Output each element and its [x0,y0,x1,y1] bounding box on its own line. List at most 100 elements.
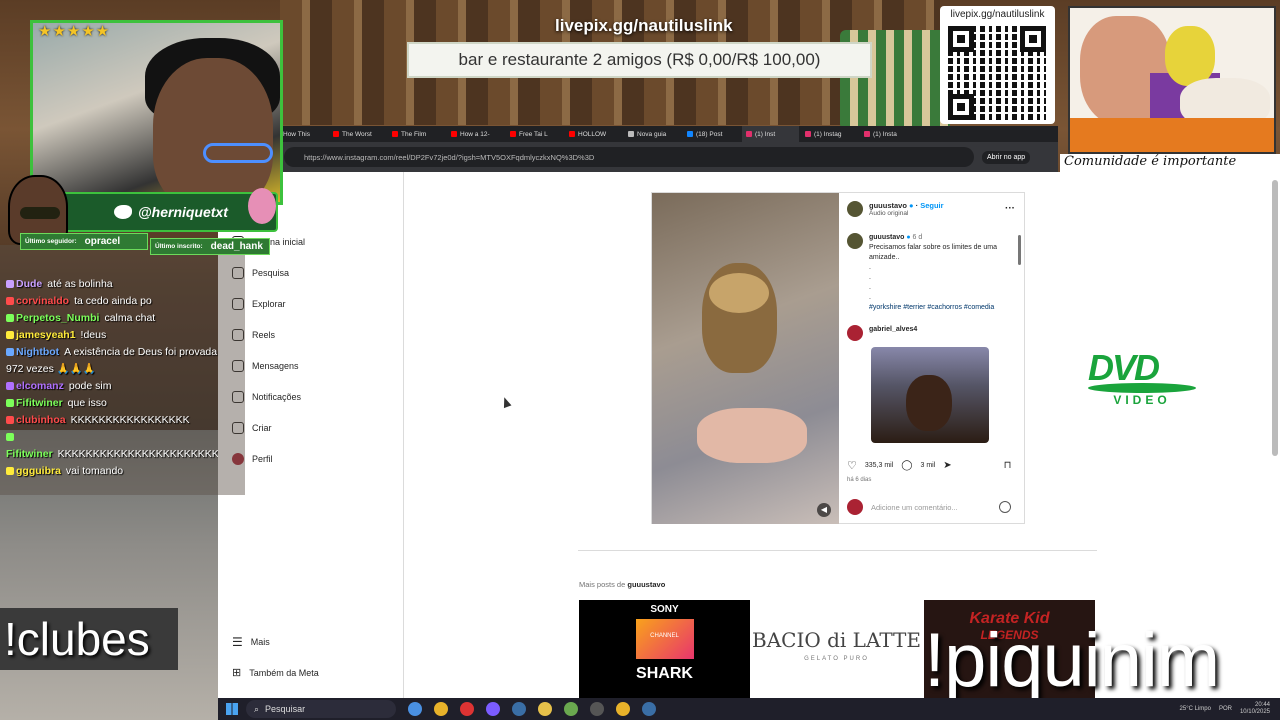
steam-2-icon[interactable] [642,702,656,716]
caption-dot: . [869,284,871,291]
nav-label: Explorar [252,299,286,309]
windows-start-icon[interactable] [226,703,238,715]
reel-video[interactable]: ◀ [652,193,839,524]
tab-favicon-icon [333,131,339,137]
avatar[interactable] [847,201,863,217]
chat-message: corvinaldo ta cedo ainda po [6,293,218,310]
steam-icon[interactable] [512,702,526,716]
browser-tab[interactable]: The Worst [329,126,386,142]
tab-label: (18) Post [696,130,723,138]
chat-text: vai tomando [65,465,124,477]
thumb-post[interactable]: SONY CHANNEL SHARK [579,600,750,698]
tab-label: HOLLOW [578,130,607,138]
avatar[interactable] [847,325,863,341]
caption-user[interactable]: guuustavo [869,234,904,241]
audio-label[interactable]: Áudio original [869,210,944,217]
emoji-icon[interactable] [999,501,1011,513]
comment-input[interactable]: Adicione um comentário... [847,499,958,515]
discord-icon[interactable] [486,702,500,716]
comments-scrollbar[interactable] [1018,235,1021,265]
language-text[interactable]: POR [1219,706,1232,712]
obs-icon[interactable] [590,702,604,716]
opera-icon[interactable] [460,702,474,716]
chat-message: Dude até as bolinha [6,276,218,293]
chat-message: clubinhoa KKKKKKKKKKKKKKKKK [6,412,218,429]
post-header: guuustavo ● · Seguir Áudio original [847,201,944,217]
address-row: https://www.instagram.com/reel/DP2Fv72je… [270,142,1058,172]
comments-count: 3 mil [920,462,936,469]
browser-tab[interactable]: (1) Instag [801,126,858,142]
browser-tab[interactable]: (18) Post [683,126,740,142]
chat-message: Fifitwiner que isso [6,395,218,412]
heart-icon[interactable]: ♡ [847,459,857,472]
task-view-icon[interactable] [408,702,422,716]
nav-more[interactable]: ☰ Mais [232,635,270,649]
nav-meta[interactable]: ⊞ Também da Meta [232,666,319,679]
twitter-handle: @herniquetxt [138,204,228,220]
clock[interactable]: 20:44 10/10/2025 [1240,702,1270,716]
caption-dot: . [869,274,871,281]
mute-icon[interactable]: ◀ [817,503,831,517]
menu-icon: ☰ [232,635,243,649]
clock-time: 20:44 [1254,702,1270,708]
badge-icon [6,416,14,425]
thumb-post[interactable]: BACIO di LATTE GELATO PURO [751,600,922,698]
browser-tab[interactable]: HOLLOW [565,126,622,142]
browser-tab[interactable]: (1) Inst [742,126,799,142]
post-username[interactable]: guuustavo [869,201,907,210]
qr-panel: livepix.gg/nautiluslink [940,6,1055,124]
section-divider [578,550,1097,551]
browser-tab[interactable]: Nova guia [624,126,681,142]
hashtags[interactable]: #yorkshire #terrier #cachorros #comedia [869,303,1017,313]
chat-message: Perpetos_Numbi calma chat [6,310,218,327]
badge-icon [6,314,14,323]
caption-text: Precisamos falar sobre os limites de uma… [869,244,997,261]
open-app-button[interactable]: Abrir no app [982,150,1031,164]
url-bar[interactable]: https://www.instagram.com/reel/DP2Fv72je… [284,147,974,167]
tab-label: (1) Instag [814,130,842,138]
avatar[interactable] [847,233,863,249]
comment-icon[interactable]: ◯ [901,460,912,471]
folder-icon[interactable] [538,702,552,716]
page-scrollbar[interactable] [1272,180,1278,456]
nav-label: Notificações [252,392,302,402]
badge-icon [6,399,14,408]
tab-label: The Film [401,130,427,138]
share-icon[interactable]: ➤ [943,460,951,471]
post-actions: ♡ 335,3 mil ◯ 3 mil ➤ ⊓ [847,459,1011,472]
meta-icon: ⊞ [232,667,242,679]
browser-tab[interactable]: (1) Insta [860,126,917,142]
dvd-text: DVD [1088,347,1160,388]
windows-taskbar: ⌕ Pesquisar 25°C Limpo POR 20:44 10/10/2… [218,698,1280,720]
caption-dot: . [869,264,871,271]
more-posts-user[interactable]: guuustavo [627,580,665,589]
tab-favicon-icon [392,131,398,137]
weather-text[interactable]: 25°C Limpo [1180,706,1211,712]
tab-label: Nova guia [637,130,667,138]
browser-tab[interactable]: The Film [388,126,445,142]
nav-label: Pesquisa [252,268,290,278]
bookmark-icon[interactable]: ⊓ [1004,460,1012,471]
chrome-active-icon[interactable] [564,702,578,716]
chrome-icon[interactable] [434,702,448,716]
tab-label: (1) Inst [755,130,776,138]
tab-label: How a 12- [460,130,490,138]
dog-face [709,273,769,313]
qr-code-icon [948,26,1046,120]
caption-dot: . [869,294,871,301]
badge-icon [6,280,14,289]
badge-icon [6,382,14,391]
more-options-icon[interactable]: ··· [1005,203,1015,214]
taskbar-search[interactable]: ⌕ Pesquisar [246,700,396,718]
tab-favicon-icon [687,131,693,137]
thumb-title: BACIO di LATTE [752,628,921,652]
comment-user[interactable]: gabriel_alves4 [869,326,917,333]
chat-message: jamesyeah1 !deus [6,327,218,344]
nav-more-label: Mais [250,637,270,647]
follow-button[interactable]: Seguir [920,201,943,210]
chrome-profile-icon[interactable] [616,702,630,716]
post-panel: guuustavo ● · Seguir Áudio original ··· … [839,193,1025,524]
browser-tab[interactable]: How a 12- [447,126,504,142]
browser-tab[interactable]: Free Tai L [506,126,563,142]
chat-text: até as bolinha [47,278,113,290]
